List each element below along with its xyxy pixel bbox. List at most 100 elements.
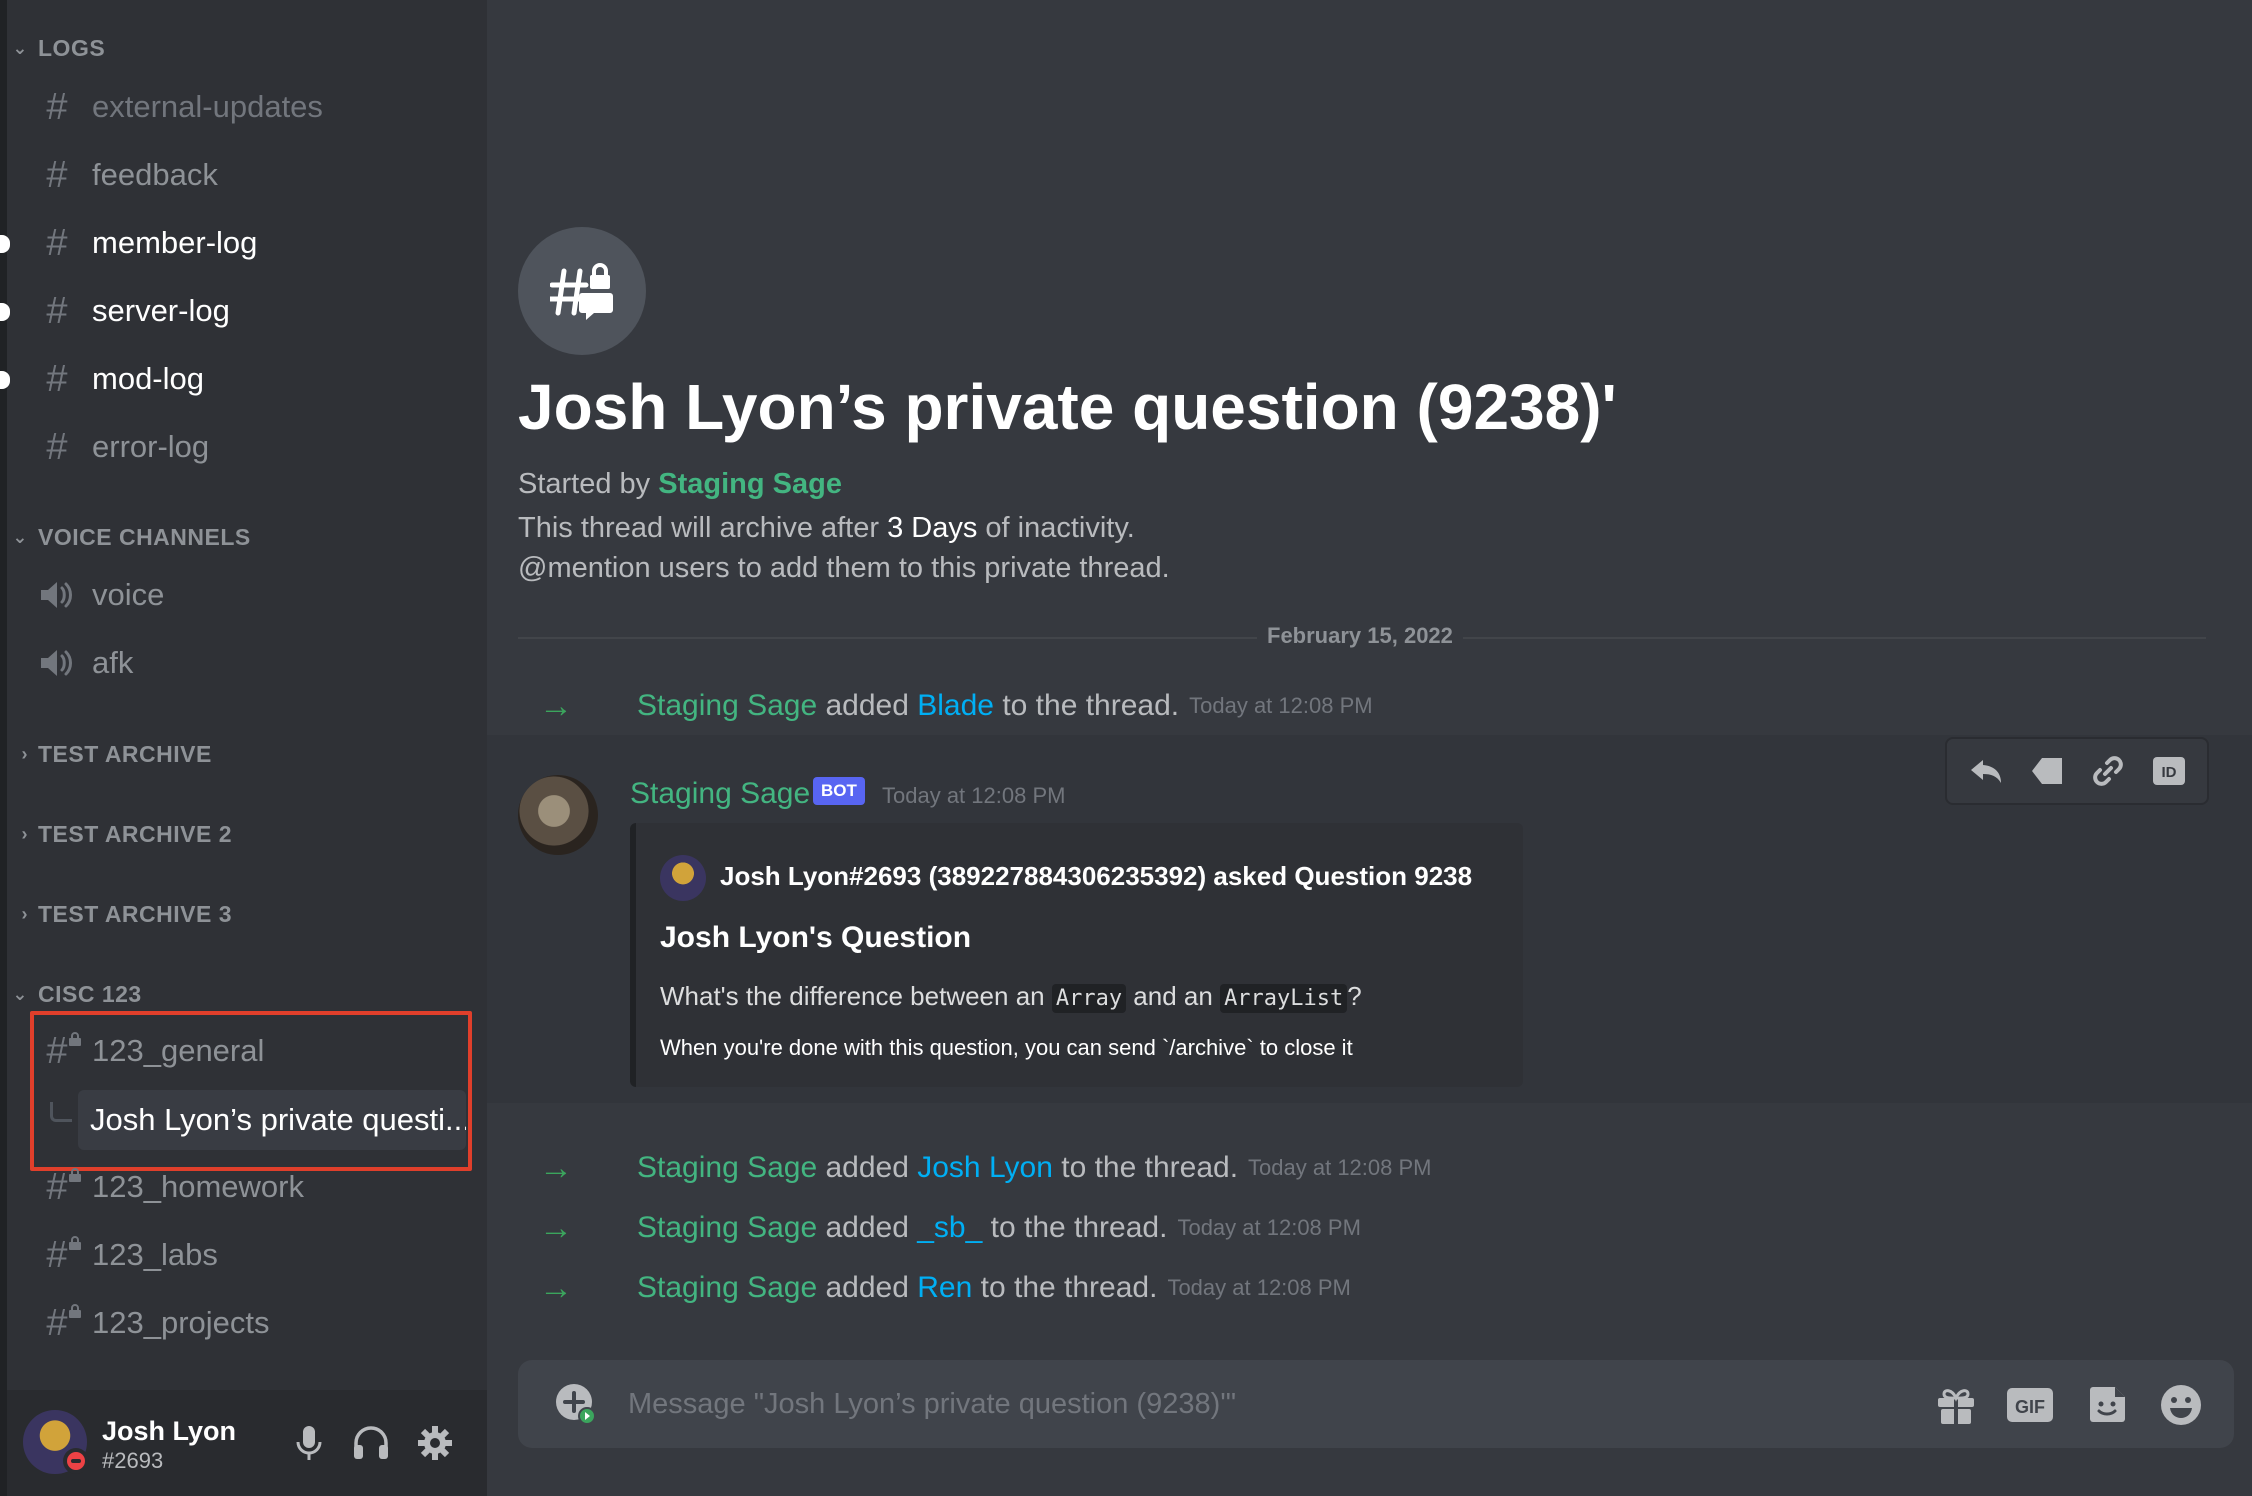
channel-123-projects[interactable]: # 123_projects [28,1293,468,1353]
target-name[interactable]: Ren [917,1271,972,1305]
bot-badge: BOT [813,777,865,805]
archive-prefix: This thread will archive after [518,512,888,544]
channel-voice[interactable]: voice [28,565,468,625]
category-voice-channels[interactable]: ⌄ VOICE CHANNELS [0,517,487,557]
category-test-archive[interactable]: › TEST ARCHIVE [0,734,487,774]
message-actions-toolbar: ID [1945,737,2209,805]
channel-label: 123_labs [92,1237,218,1272]
mention-hint: @mention users to add them to this priva… [518,552,1170,584]
chevron-right-icon: › [21,903,28,924]
user-panel: Josh Lyon #2693 [7,1390,487,1496]
system-message: → Staging Sage added Josh Lyon to the th… [487,1140,2252,1196]
chevron-down-icon: ⌄ [12,983,28,1004]
actor-name[interactable]: Staging Sage [637,1151,817,1185]
embed-description: What's the difference between an Array a… [660,981,1362,1013]
desc-text: What's the difference between an [660,981,1052,1011]
thread-view: Josh Lyon’s private question (9238)' Sta… [487,0,2252,1496]
avatar[interactable] [518,775,598,855]
actor-name[interactable]: Staging Sage [637,1271,817,1305]
plus-icon[interactable] [554,1382,598,1426]
timestamp[interactable]: Today at 12:08 PM [882,783,1065,809]
timestamp[interactable]: Today at 12:08 PM [1189,693,1372,719]
headphones-icon[interactable] [348,1420,394,1466]
suffix: to the thread. [1052,1151,1239,1184]
category-cisc-123[interactable]: ⌄ CISC 123 [0,974,487,1014]
tag-icon[interactable] [2023,747,2071,795]
inline-code: Array [1051,984,1127,1013]
join-arrow-icon: → [539,1208,573,1247]
embed-author: Josh Lyon#2693 (389227884306235392) aske… [720,861,1473,891]
system-message: → Staging Sage added Ren to the thread. … [487,1260,2252,1316]
thread-archive-info: This thread will archive after 3 Days of… [518,512,1135,545]
channel-afk[interactable]: afk [28,633,468,693]
channel-error-log[interactable]: # error-log [28,417,468,477]
date-divider-label: February 15, 2022 [1257,623,1463,649]
system-message: → Staging Sage added _sb_ to the thread.… [487,1200,2252,1256]
hash-icon: # [46,154,68,196]
emoji-icon[interactable] [2156,1380,2206,1430]
chevron-down-icon: ⌄ [12,37,28,58]
channel-mod-log[interactable]: # mod-log [28,349,468,409]
author-name[interactable]: Staging Sage [630,777,810,811]
category-logs[interactable]: ⌄ LOGS [0,28,487,68]
channel-label: 123_projects [92,1305,270,1340]
id-icon[interactable]: ID [2145,747,2193,795]
verb: added [817,1271,918,1304]
category-label: TEST ARCHIVE 3 [38,900,233,927]
timestamp[interactable]: Today at 12:08 PM [1248,1155,1431,1181]
hash-icon: # [46,86,68,128]
chevron-down-icon: ⌄ [12,526,28,547]
message-composer: GIF [518,1360,2234,1448]
category-test-archive-3[interactable]: › TEST ARCHIVE 3 [0,894,487,934]
desc-text: and an [1126,981,1221,1011]
starter-name[interactable]: Staging Sage [658,468,842,500]
gift-icon[interactable] [1931,1380,1981,1430]
channel-member-log[interactable]: # member-log [28,213,468,273]
timestamp[interactable]: Today at 12:08 PM [1177,1215,1360,1241]
actor-name[interactable]: Staging Sage [637,1211,817,1245]
category-label: TEST ARCHIVE 2 [38,820,233,847]
verb: added [817,1211,918,1244]
unread-indicator [0,371,10,389]
channel-feedback[interactable]: # feedback [28,145,468,205]
reply-icon[interactable] [1962,747,2010,795]
embed-footer: When you're done with this question, you… [660,1035,1353,1060]
target-name[interactable]: Blade [917,689,994,723]
timestamp[interactable]: Today at 12:08 PM [1167,1275,1350,1301]
suffix: to the thread. [972,1271,1158,1304]
channel-123-labs[interactable]: # 123_labs [28,1225,468,1285]
channel-server-log[interactable]: # server-log [28,281,468,341]
category-test-archive-2[interactable]: › TEST ARCHIVE 2 [0,814,487,854]
chevron-right-icon: › [21,823,28,844]
channel-external-updates[interactable]: # external-updates [28,77,468,137]
target-name[interactable]: _sb_ [917,1211,982,1245]
gif-icon[interactable]: GIF [2005,1380,2055,1430]
channel-label: afk [92,645,134,680]
verb: added [817,689,918,722]
mic-icon[interactable] [286,1420,332,1466]
category-label: TEST ARCHIVE [38,740,212,767]
unread-indicator [0,303,10,321]
page-title: Josh Lyon’s private question (9238)' [518,371,1617,443]
thread-lock-icon [518,227,646,355]
message-input[interactable] [628,1380,1828,1428]
category-label: CISC 123 [38,980,142,1007]
category-label: LOGS [38,34,106,61]
hash-with-thread-icon: # [28,1236,86,1274]
target-name[interactable]: Josh Lyon [917,1151,1053,1185]
channel-label: server-log [92,293,230,328]
join-arrow-icon: → [539,686,573,725]
gear-icon[interactable] [412,1420,458,1466]
channel-123-homework[interactable]: # 123_homework [28,1157,468,1217]
speaker-icon [28,647,86,679]
join-arrow-icon: → [539,1268,573,1307]
sticker-icon[interactable] [2082,1380,2132,1430]
embed-author-avatar [660,855,706,901]
link-icon[interactable] [2084,747,2132,795]
category-label: VOICE CHANNELS [38,523,251,550]
channel-label: member-log [92,225,258,260]
actor-name[interactable]: Staging Sage [637,689,817,723]
hash-icon: # [46,426,68,468]
hash-icon: # [46,290,68,332]
archive-duration: 3 Days [887,512,978,544]
